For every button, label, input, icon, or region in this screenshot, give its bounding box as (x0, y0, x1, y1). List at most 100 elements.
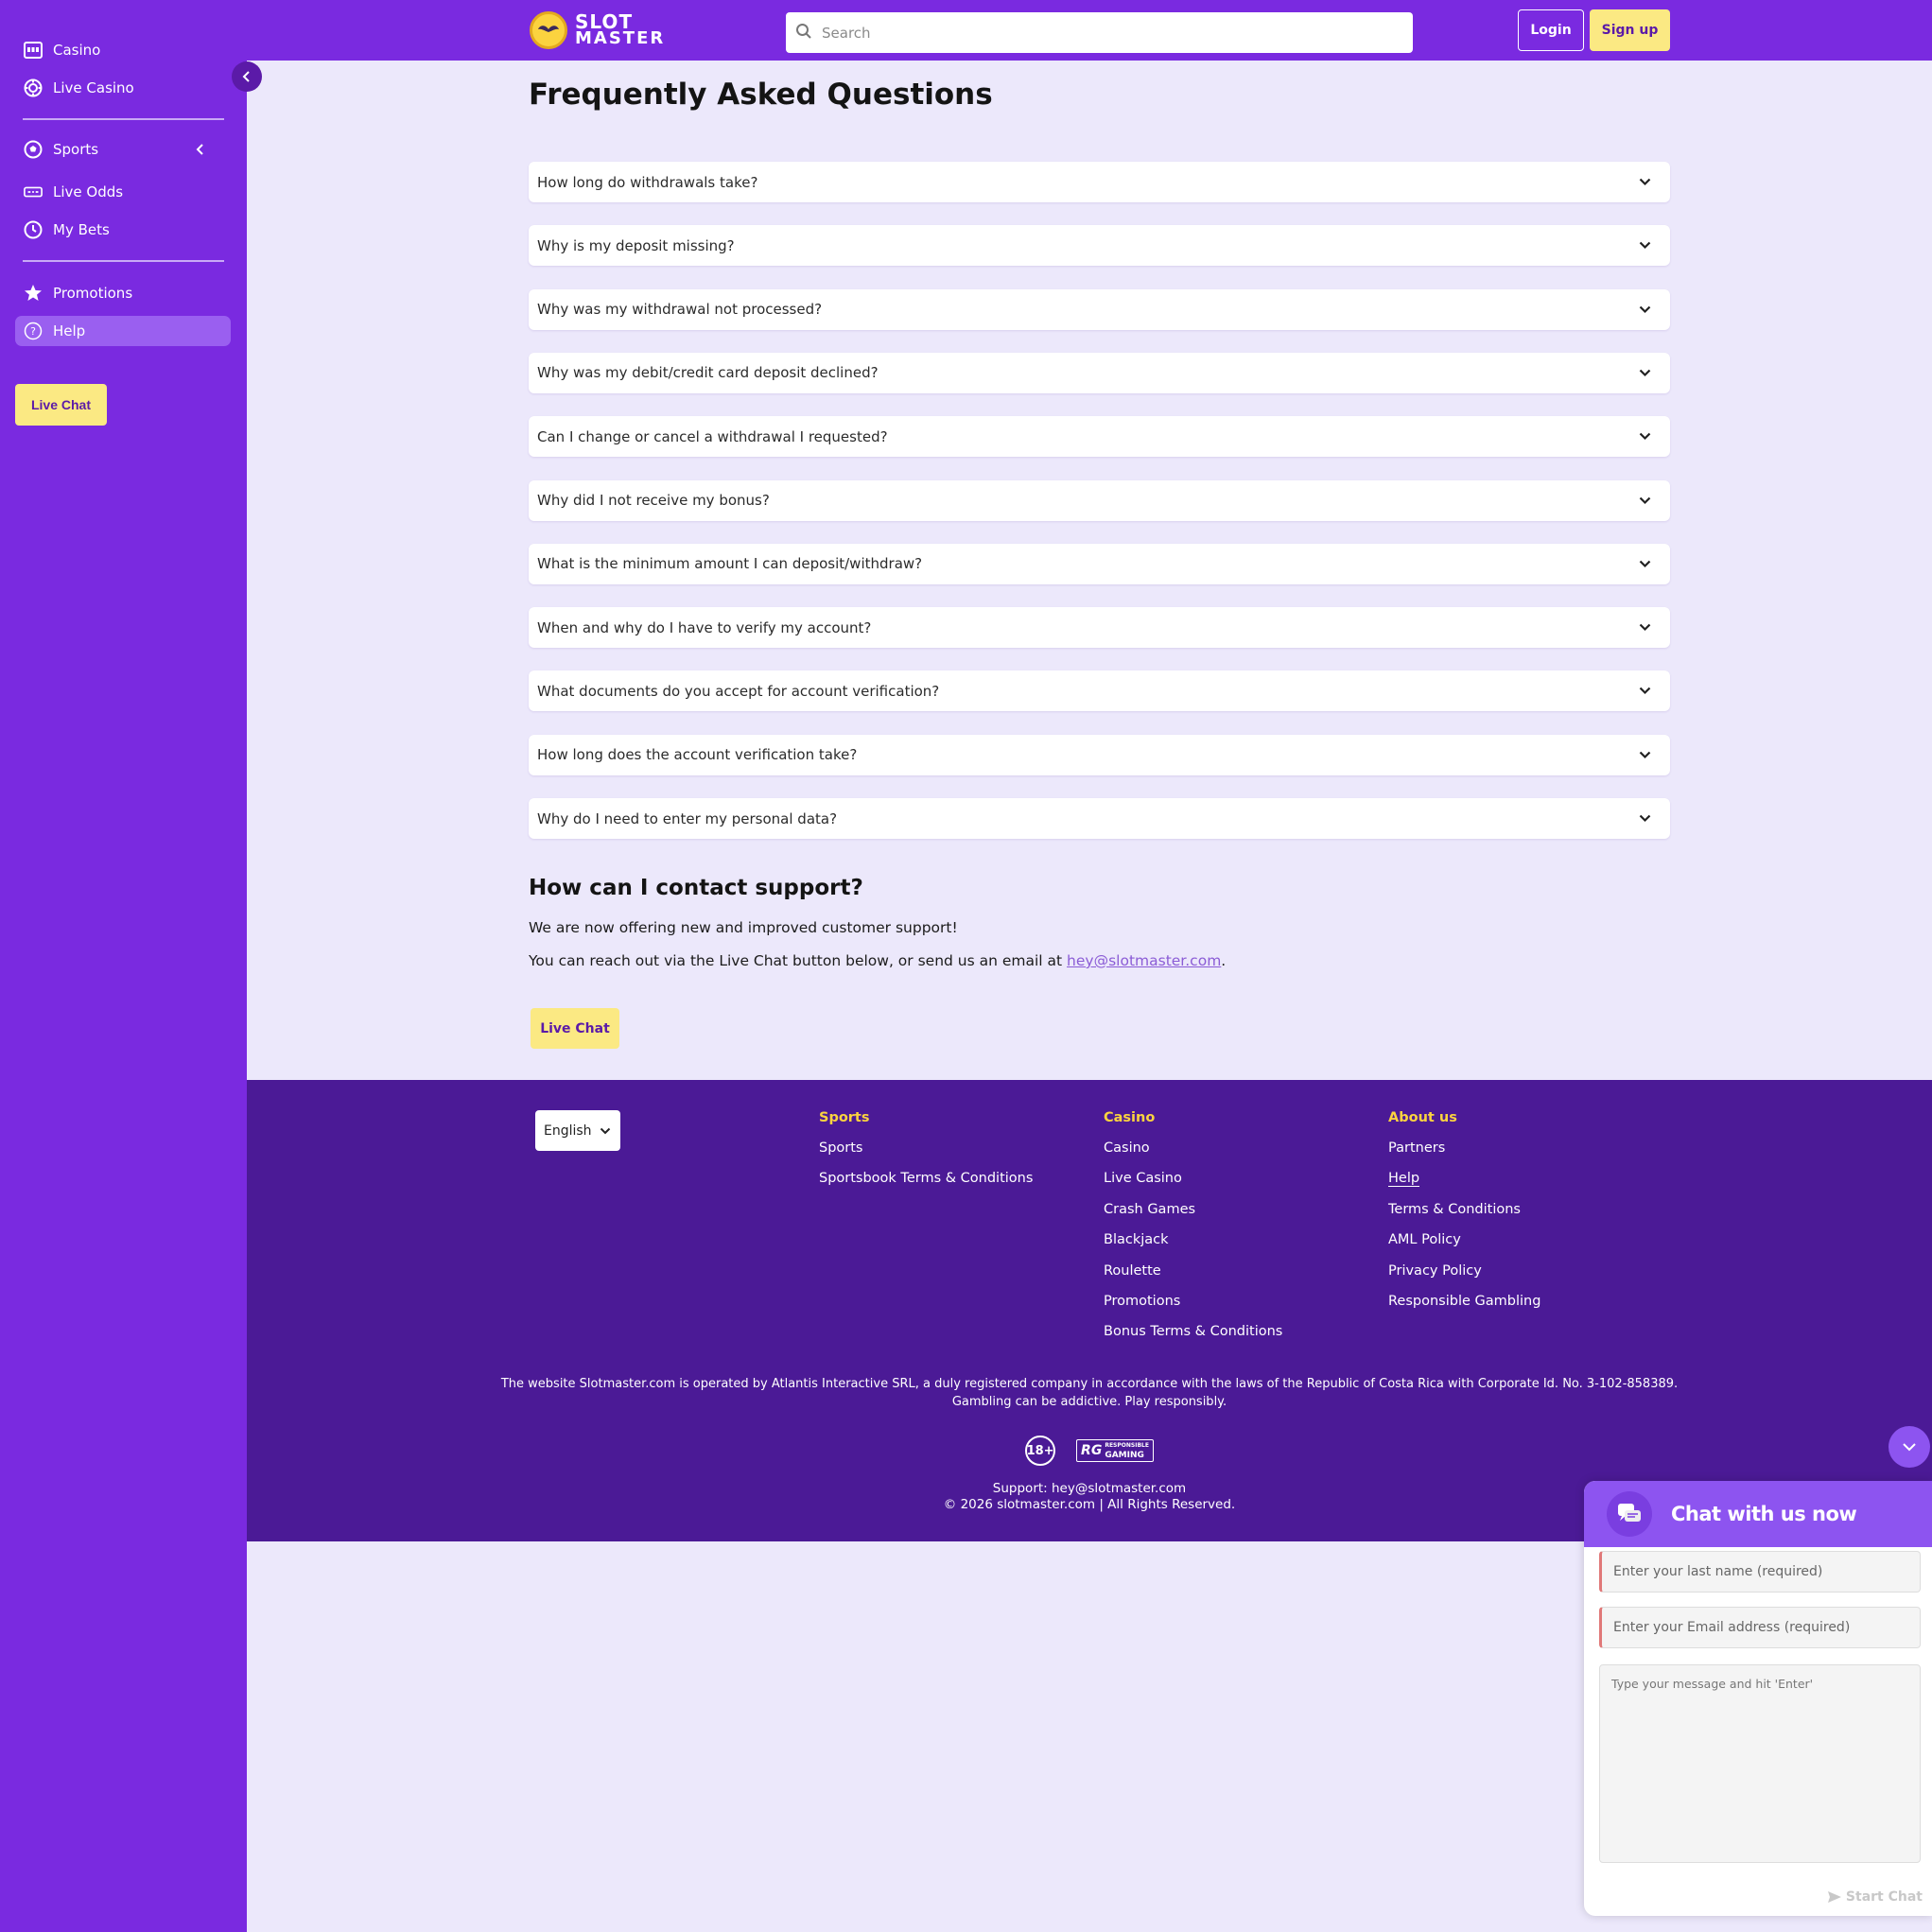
legal-disclaimer: The website Slotmaster.com is operated b… (247, 1375, 1932, 1411)
search-input[interactable] (822, 24, 1389, 42)
language-value: English (544, 1123, 592, 1139)
chat-message-field[interactable] (1599, 1664, 1921, 1863)
chevron-left-icon (242, 71, 250, 82)
sidebar-item-label: My Bets (53, 221, 110, 238)
support-email-link[interactable]: hey@slotmaster.com (1067, 952, 1221, 969)
faq-question: How long do withdrawals take? (537, 173, 758, 191)
scoreboard-icon (24, 183, 43, 201)
footer-link[interactable]: AML Policy (1388, 1225, 1540, 1255)
compliance-badges: 18+ RG RESPONSIBLE GAMING (247, 1436, 1932, 1466)
faq-item[interactable]: What documents do you accept for account… (529, 670, 1670, 712)
sidebar-item-label: Live Odds (53, 183, 124, 200)
chevron-left-icon[interactable] (195, 134, 206, 165)
send-icon (1827, 1891, 1841, 1903)
faq-item[interactable]: How long does the account verification t… (529, 734, 1670, 775)
footer-column-title: Casino (1104, 1110, 1156, 1125)
footer-link[interactable]: Partners (1388, 1133, 1540, 1163)
sidebar-item-sports[interactable]: Sports (15, 134, 231, 165)
faq-question: Why did I not receive my bonus? (537, 492, 770, 509)
collapse-sidebar-button[interactable] (232, 61, 262, 92)
login-button[interactable]: Login (1518, 9, 1584, 51)
footer-link[interactable]: Responsible Gambling (1388, 1286, 1540, 1316)
start-chat-label: Start Chat (1845, 1889, 1923, 1905)
rg-line-2: GAMING (1105, 1451, 1144, 1460)
chevron-down-icon (1639, 544, 1651, 584)
footer-link-label: Roulette (1104, 1262, 1161, 1279)
sidebar-item-live-casino[interactable]: Live Casino (15, 73, 231, 103)
sidebar: Casino Live Casino Sports Live Odds My B… (0, 0, 247, 1932)
chevron-down-icon (1639, 735, 1651, 775)
age-18-badge-icon: 18+ (1025, 1436, 1056, 1466)
footer-link[interactable]: Roulette (1104, 1256, 1282, 1286)
chat-last-name-field[interactable] (1599, 1551, 1921, 1593)
chat-minimize-button[interactable] (1888, 1426, 1930, 1468)
footer-link-label: Crash Games (1104, 1201, 1196, 1217)
signup-button[interactable]: Sign up (1590, 9, 1670, 51)
faq-question: Can I change or cancel a withdrawal I re… (537, 427, 888, 445)
footer: English Sports Sports Sportsbook Terms & C… (247, 1080, 1932, 1541)
sidebar-item-help[interactable]: ? Help (15, 316, 231, 346)
logo-line-2: MASTER (575, 28, 666, 48)
chat-title: Chat with us now (1671, 1503, 1857, 1525)
responsible-gaming-badge-icon: RG RESPONSIBLE GAMING (1076, 1439, 1154, 1462)
start-chat-button[interactable]: Start Chat (1827, 1889, 1923, 1905)
rg-mark: RG (1081, 1443, 1103, 1458)
footer-link-label: Privacy Policy (1388, 1262, 1482, 1279)
faq-item[interactable]: Why is my deposit missing? (529, 225, 1670, 267)
clock-icon (24, 220, 43, 239)
sidebar-divider (23, 118, 224, 120)
star-icon (24, 284, 43, 303)
footer-column-sports: Sports Sports Sportsbook Terms & Condition… (819, 1110, 1033, 1194)
faq-item[interactable]: Why do I need to enter my personal data? (529, 798, 1670, 839)
faq-item[interactable]: Why did I not receive my bonus? (529, 479, 1670, 521)
logo[interactable]: SLOT MASTER (530, 9, 665, 51)
sidebar-item-label: Promotions (53, 285, 133, 302)
footer-link-label: Bonus Terms & Conditions (1104, 1324, 1283, 1340)
footer-link-label: Blackjack (1104, 1232, 1169, 1248)
coin-mustache-icon (530, 11, 567, 49)
contact-intro-text: We are now offering new and improved cus… (529, 919, 958, 936)
search-box[interactable] (786, 12, 1413, 53)
contact-instructions-text: You can reach out via the Live Chat butt… (529, 952, 1226, 969)
language-select[interactable]: English (535, 1110, 620, 1151)
footer-link[interactable]: Privacy Policy (1388, 1256, 1540, 1286)
footer-link[interactable]: Sportsbook Terms & Conditions (819, 1163, 1033, 1193)
footer-link-label: Responsible Gambling (1388, 1293, 1541, 1309)
chevron-down-icon (1639, 225, 1651, 266)
faq-item[interactable]: When and why do I have to verify my acco… (529, 607, 1670, 649)
chevron-down-icon (1639, 416, 1651, 457)
chat-email-field[interactable] (1599, 1607, 1921, 1648)
sidebar-item-my-bets[interactable]: My Bets (15, 215, 231, 245)
sidebar-item-casino[interactable]: Casino (15, 35, 231, 65)
faq-item[interactable]: Why was my debit/credit card deposit dec… (529, 352, 1670, 393)
slot-machine-icon (24, 41, 43, 60)
footer-link[interactable]: Bonus Terms & Conditions (1104, 1316, 1282, 1347)
legal-line-2: Gambling can be addictive. Play responsi… (951, 1395, 1227, 1409)
footer-link[interactable]: Crash Games (1104, 1194, 1282, 1225)
footer-link[interactable]: Promotions (1104, 1286, 1282, 1316)
faq-question: Why is my deposit missing? (537, 236, 735, 254)
chevron-down-icon (1639, 480, 1651, 521)
footer-link-label: AML Policy (1388, 1232, 1461, 1248)
sidebar-item-live-odds[interactable]: Live Odds (15, 177, 231, 207)
contact-text-prefix: You can reach out via the Live Chat butt… (529, 952, 1068, 969)
contact-heading: How can I contact support? (529, 876, 863, 900)
footer-link[interactable]: Live Casino (1104, 1163, 1282, 1193)
footer-link[interactable]: Terms & Conditions (1388, 1194, 1540, 1225)
sidebar-item-label: Live Casino (53, 79, 134, 96)
faq-item[interactable]: How long do withdrawals take? (529, 162, 1670, 202)
footer-link[interactable]: Blackjack (1104, 1225, 1282, 1255)
sidebar-item-label: Casino (53, 42, 101, 59)
footer-link[interactable]: Sports (819, 1133, 1033, 1163)
faq-item[interactable]: What is the minimum amount I can deposit… (529, 543, 1670, 584)
faq-item[interactable]: Can I change or cancel a withdrawal I re… (529, 416, 1670, 458)
sidebar-live-chat-button[interactable]: Live Chat (15, 384, 107, 426)
faq-item[interactable]: Why was my withdrawal not processed? (529, 288, 1670, 330)
sidebar-item-promotions[interactable]: Promotions (15, 278, 231, 308)
footer-link[interactable]: Help (1388, 1163, 1540, 1193)
sidebar-divider (23, 260, 224, 262)
footer-link[interactable]: Casino (1104, 1133, 1282, 1163)
live-chat-button[interactable]: Live Chat (531, 1008, 619, 1049)
faq-question: How long does the account verification t… (537, 746, 858, 764)
faq-question: Why do I need to enter my personal data? (537, 809, 838, 827)
